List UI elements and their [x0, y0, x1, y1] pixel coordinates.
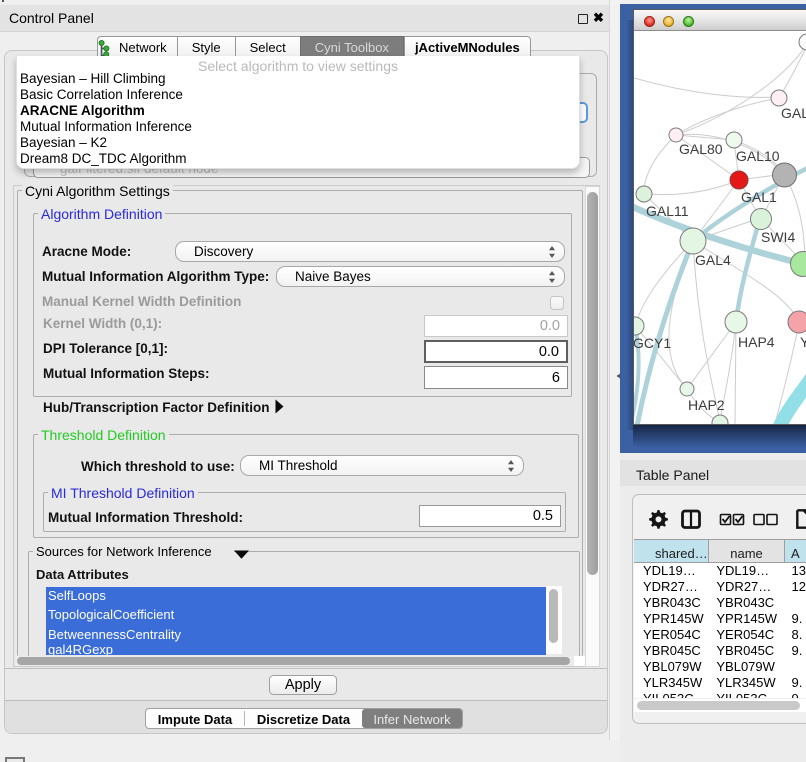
svg-text:GAL2: GAL2	[781, 105, 806, 121]
svg-text:HAP2: HAP2	[688, 397, 725, 413]
svg-text:SWI4: SWI4	[761, 229, 795, 245]
svg-text:GCY1: GCY1	[634, 335, 671, 351]
svg-text:GAL10: GAL10	[736, 148, 780, 164]
svg-text:GAL4: GAL4	[695, 252, 731, 268]
svg-text:YJ: YJ	[800, 334, 806, 350]
svg-text:GAL1: GAL1	[741, 189, 777, 205]
svg-text:GAL11: GAL11	[646, 203, 689, 219]
svg-text:HAP4: HAP4	[738, 334, 775, 350]
svg-text:GAL80: GAL80	[679, 141, 723, 157]
